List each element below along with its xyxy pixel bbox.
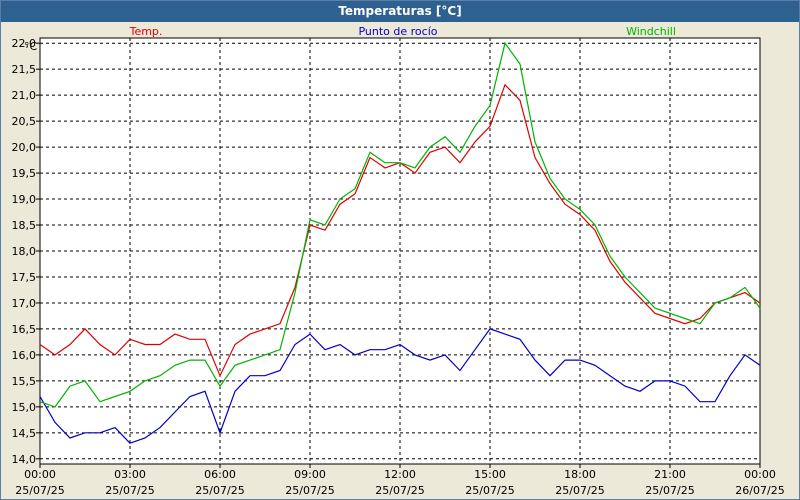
x-tick-time: 06:00 bbox=[204, 468, 236, 481]
x-tick-date: 25/07/25 bbox=[375, 484, 424, 497]
y-tick-label: 15,5 bbox=[12, 375, 37, 388]
y-axis: 22,021,521,020,520,019,519,018,518,017,5… bbox=[12, 37, 40, 466]
y-tick-label: 19,5 bbox=[12, 167, 37, 180]
x-tick-time: 12:00 bbox=[384, 468, 416, 481]
y-axis-unit: °C bbox=[24, 40, 38, 53]
x-tick-date: 25/07/25 bbox=[105, 484, 154, 497]
y-tick-label: 17,5 bbox=[12, 271, 37, 284]
x-tick-date: 25/07/25 bbox=[465, 484, 514, 497]
y-tick-label: 18,0 bbox=[12, 245, 37, 258]
x-tick-date: 25/07/25 bbox=[645, 484, 694, 497]
legend-entry: Windchill bbox=[626, 25, 676, 38]
y-tick-label: 16,0 bbox=[12, 349, 37, 362]
x-tick-date: 26/07/25 bbox=[735, 484, 784, 497]
y-tick-label: 18,5 bbox=[12, 219, 37, 232]
x-tick-time: 09:00 bbox=[294, 468, 326, 481]
y-tick-label: 20,5 bbox=[12, 115, 37, 128]
legend-entry: Temp. bbox=[129, 25, 163, 38]
y-tick-label: 14,5 bbox=[12, 427, 37, 440]
x-tick-date: 25/07/25 bbox=[555, 484, 604, 497]
y-tick-label: 19,0 bbox=[12, 193, 37, 206]
y-tick-label: 17,0 bbox=[12, 297, 37, 310]
temperature-chart: 22,021,521,020,520,019,519,018,518,017,5… bbox=[12, 25, 785, 497]
x-axis: 00:00 25/07/25 03:00 25/07/25 06:00 25/07/25 0… bbox=[15, 464, 785, 497]
x-tick-time: 15:00 bbox=[474, 468, 506, 481]
x-tick-date: 25/07/25 bbox=[15, 484, 64, 497]
x-tick-time: 18:00 bbox=[564, 468, 596, 481]
legend-entry: Punto de rocío bbox=[358, 25, 437, 38]
y-tick-label: 21,0 bbox=[12, 89, 37, 102]
x-tick-date: 25/07/25 bbox=[195, 484, 244, 497]
y-tick-label: 14,0 bbox=[12, 453, 37, 466]
legend: Temp. Punto de rocío Windchill bbox=[129, 25, 676, 38]
y-tick-label: 15,0 bbox=[12, 401, 37, 414]
x-tick-time: 00:00 bbox=[24, 468, 56, 481]
x-tick-time: 00:00 bbox=[744, 468, 776, 481]
y-tick-label: 20,0 bbox=[12, 141, 37, 154]
x-tick-time: 21:00 bbox=[654, 468, 686, 481]
y-tick-label: 16,5 bbox=[12, 323, 37, 336]
y-tick-label: 21,5 bbox=[12, 63, 37, 76]
x-tick-date: 25/07/25 bbox=[285, 484, 334, 497]
x-tick-time: 03:00 bbox=[114, 468, 146, 481]
